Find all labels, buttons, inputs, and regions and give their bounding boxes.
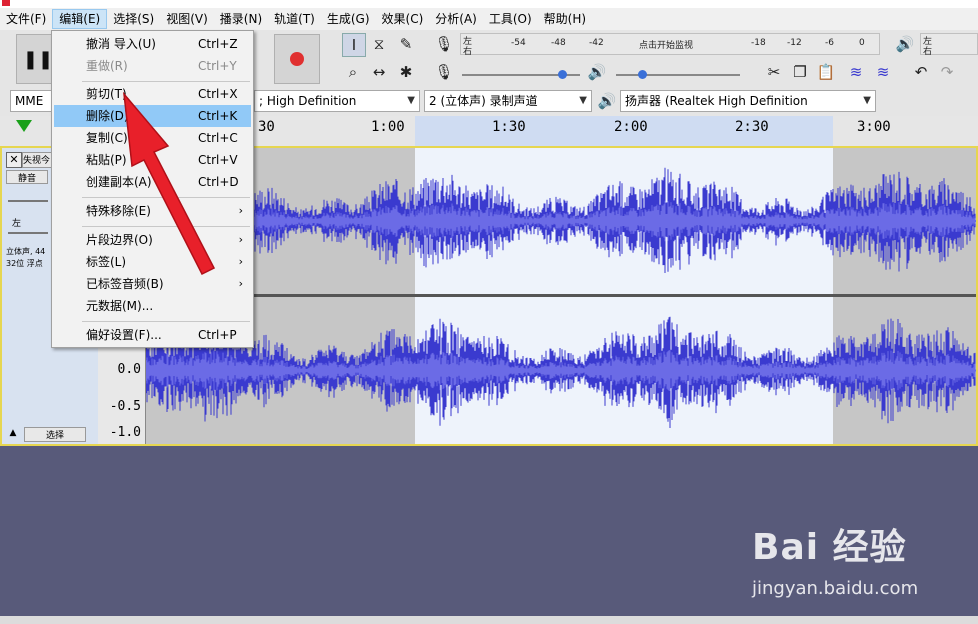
recording-device-select[interactable]: ; High Definition ▼: [254, 90, 420, 112]
meter-tick: -12: [787, 38, 802, 48]
waveform-left: [145, 167, 976, 273]
menu-help[interactable]: 帮助(H): [538, 9, 592, 29]
meter-tick: -6: [825, 38, 834, 48]
menu-effect[interactable]: 效果(C): [376, 9, 430, 29]
zoom-tool-icon[interactable]: ⌕: [342, 61, 364, 83]
record-meter[interactable]: 左 右 -54 -48 -42 点击开始监视 -18 -12 -6 0: [460, 33, 880, 57]
pan-slider[interactable]: [8, 232, 48, 234]
menu-item-metadata[interactable]: 元数据(M)...: [54, 295, 251, 317]
chevron-right-icon: ›: [238, 204, 243, 217]
chevron-down-icon: ▼: [579, 95, 587, 106]
chevron-right-icon: ›: [238, 277, 243, 290]
playback-meter-speaker-icon[interactable]: 🔊: [894, 33, 916, 55]
recording-channels-select[interactable]: 2 (立体声) 录制声道 ▼: [424, 90, 592, 112]
chevron-right-icon: ›: [238, 255, 243, 268]
pan-left-label: 左: [12, 219, 22, 229]
scale-label: -0.5: [109, 399, 141, 414]
playback-device-speaker-icon: 🔊: [597, 92, 617, 110]
app-icon: [2, 0, 10, 6]
menu-item-undo[interactable]: 撤消 导入(U) Ctrl+Z: [54, 33, 251, 55]
playback-device-select[interactable]: 扬声器 (Realtek High Definition ▼: [620, 90, 876, 112]
watermark-brand: Bai 经验: [752, 527, 907, 568]
cut-icon[interactable]: ✂: [763, 61, 785, 83]
menu-analyze[interactable]: 分析(A): [429, 9, 483, 29]
trim-audio-icon[interactable]: ≋: [845, 61, 867, 83]
scale-label: 0.0: [117, 362, 141, 377]
play-position-icon[interactable]: [16, 120, 32, 132]
close-icon: ✕: [9, 153, 19, 166]
menu-transport[interactable]: 播录(N): [214, 9, 268, 29]
timeshift-tool-icon[interactable]: ↔: [368, 61, 390, 83]
timeline-tick: 2:00: [614, 119, 648, 135]
record-volume-slider[interactable]: [462, 70, 580, 79]
selection-tool-icon[interactable]: I: [342, 33, 366, 57]
menu-separator: [82, 321, 250, 322]
timeline-tick: 1:30: [492, 119, 526, 135]
meter-tick: -18: [751, 38, 766, 48]
meter-tick: -48: [551, 38, 566, 48]
menu-view[interactable]: 视图(V): [160, 9, 214, 29]
recording-device-value: ; High Definition: [259, 94, 357, 108]
playback-device-value: 扬声器 (Realtek High Definition: [625, 94, 808, 108]
meter-tick: 0: [859, 38, 865, 48]
status-bar: [0, 616, 978, 624]
track-info-format: 立体声, 44: [6, 247, 46, 256]
draw-tool-icon[interactable]: ✎: [395, 33, 417, 55]
watermark-url: jingyan.baidu.com: [752, 578, 919, 599]
meter-tick: -54: [511, 38, 526, 48]
pause-icon: ❚❚: [22, 48, 54, 70]
menu-separator: [82, 81, 250, 82]
collapse-track-icon[interactable]: ▲: [6, 428, 20, 440]
playback-volume-thumb[interactable]: [638, 70, 647, 79]
record-icon: [290, 52, 304, 66]
title-bar: [0, 0, 978, 8]
select-track-button[interactable]: 选择: [24, 427, 86, 442]
waveform-right: [145, 316, 976, 428]
menu-tracks[interactable]: 轨道(T): [268, 9, 321, 29]
menu-bar: 文件(F) 编辑(E) 选择(S) 视图(V) 播录(N) 轨道(T) 生成(G…: [0, 8, 978, 30]
record-meter-mic-icon[interactable]: 🎙: [433, 33, 455, 55]
audio-host-select[interactable]: MME: [10, 90, 52, 112]
meter-hint: 点击开始监视: [639, 41, 694, 51]
timeline-tick: 2:30: [735, 119, 769, 135]
playback-meter-right-label: 右: [923, 47, 933, 57]
playback-volume-slider[interactable]: [616, 70, 740, 79]
menu-select[interactable]: 选择(S): [107, 9, 160, 29]
close-track-button[interactable]: ✕: [6, 152, 22, 168]
track-info-bitdepth: 32位 浮点: [6, 259, 43, 268]
redo-icon[interactable]: ↷: [936, 61, 958, 83]
scale-label: -1.0: [109, 425, 141, 440]
gain-slider[interactable]: [8, 200, 48, 202]
record-button[interactable]: [274, 34, 320, 84]
menu-generate[interactable]: 生成(G): [321, 9, 376, 29]
menu-item-preferences[interactable]: 偏好设置(F)... Ctrl+P: [54, 324, 251, 346]
envelope-tool-icon[interactable]: ⧖: [368, 33, 390, 55]
menu-edit[interactable]: 编辑(E): [52, 9, 108, 29]
menu-file[interactable]: 文件(F): [0, 9, 52, 29]
playback-volume-speaker-icon: 🔊: [587, 63, 607, 81]
menu-item-redo[interactable]: 重做(R) Ctrl+Y: [54, 55, 251, 77]
annotation-arrow-icon: [122, 91, 216, 276]
undo-icon[interactable]: ↶: [910, 61, 932, 83]
audio-host-value: MME: [15, 94, 44, 108]
multi-tool-icon[interactable]: ✱: [395, 61, 417, 83]
chevron-down-icon: ▼: [863, 95, 871, 106]
recording-channels-value: 2 (立体声) 录制声道: [429, 94, 538, 108]
paste-icon[interactable]: 📋: [815, 61, 837, 83]
record-volume-thumb[interactable]: [558, 70, 567, 79]
menu-tools[interactable]: 工具(O): [483, 9, 538, 29]
silence-audio-icon[interactable]: ≋: [872, 61, 894, 83]
playback-meter[interactable]: 左 右: [920, 33, 978, 57]
timeline-tick: 1:00: [371, 119, 405, 135]
baidu-watermark: Bai 经验 jingyan.baidu.com: [752, 518, 976, 608]
timeline-tick: 3:00: [857, 119, 891, 135]
chevron-down-icon: ▼: [407, 95, 415, 106]
record-volume-mic-icon: 🎙: [434, 63, 454, 81]
copy-icon[interactable]: ❐: [789, 61, 811, 83]
timeline-tick: 30: [258, 119, 275, 135]
mute-button[interactable]: 静音: [6, 170, 48, 184]
meter-tick: -42: [589, 38, 604, 48]
record-meter-right-label: 右: [463, 47, 473, 57]
chevron-right-icon: ›: [238, 233, 243, 246]
